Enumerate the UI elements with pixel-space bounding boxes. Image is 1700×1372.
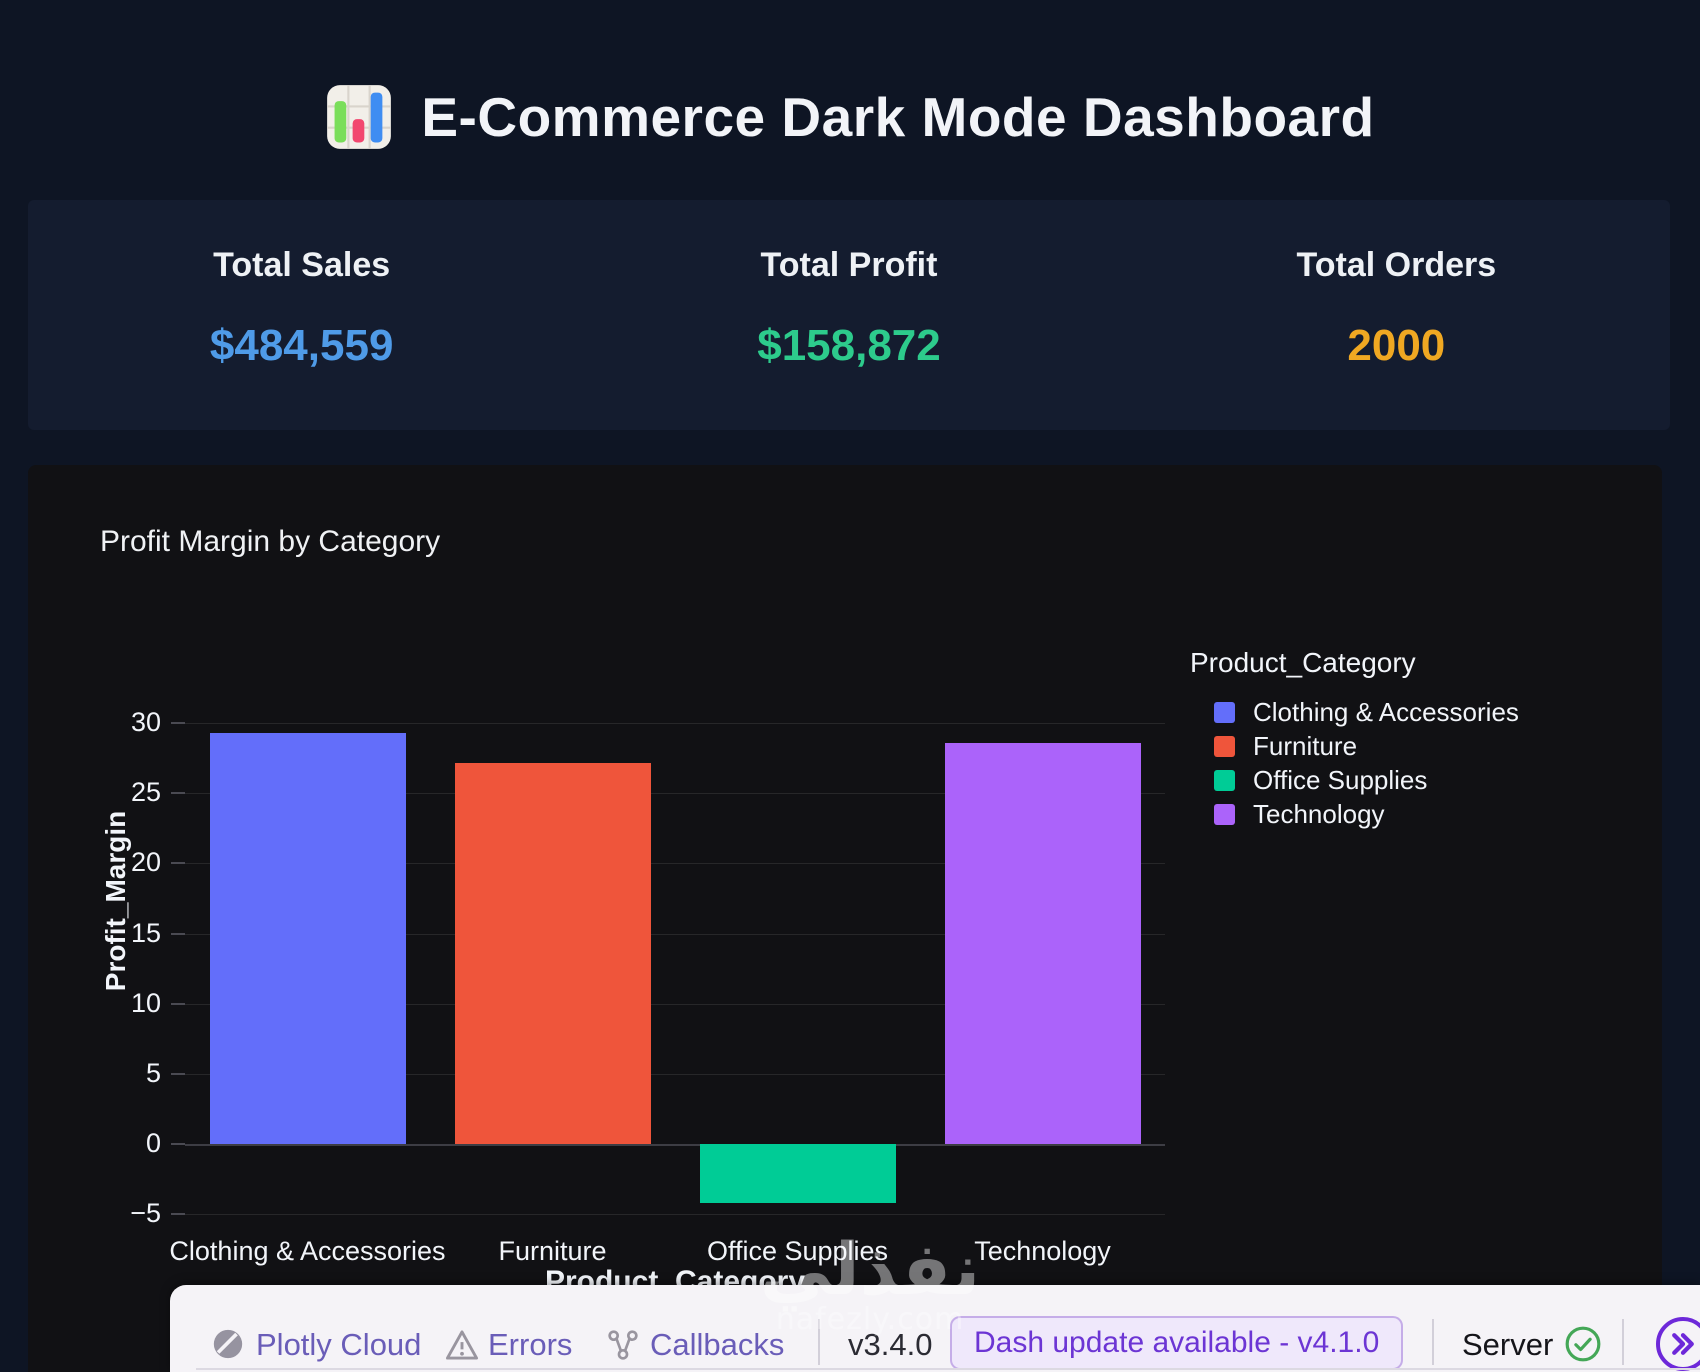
x-tick-label: Office Supplies: [706, 1236, 889, 1266]
x-tick-label: Clothing & Accessories: [169, 1236, 446, 1266]
gridline: [185, 1213, 1165, 1215]
toolbar-bottom-divider: [196, 1368, 1700, 1370]
legend-title: Product_Category: [1190, 647, 1416, 678]
y-tick-mark: [171, 1212, 185, 1215]
plotly-logo-icon: [213, 1329, 243, 1359]
x-tick-label: Furniture: [498, 1236, 607, 1266]
legend-item[interactable]: Technology: [1190, 797, 1650, 831]
y-tick-mark: [171, 932, 185, 935]
toolbar-divider: [1432, 1319, 1434, 1365]
errors-button[interactable]: Errors: [488, 1327, 572, 1363]
y-tick-label: 15: [130, 917, 161, 948]
kpi-value: 2000: [1347, 321, 1446, 370]
y-tick-label: −5: [130, 1197, 161, 1228]
bar-furniture[interactable]: [454, 762, 651, 1144]
bar-chart-emoji-icon: [327, 85, 392, 149]
bar-technology[interactable]: [944, 742, 1141, 1144]
kpi-label: Total Profit: [760, 246, 938, 284]
kpi-value: $484,559: [209, 321, 394, 370]
gridline: [185, 723, 1165, 725]
y-tick-label: 0: [145, 1127, 161, 1158]
y-tick-mark: [171, 1072, 185, 1075]
legend-swatch: [1214, 735, 1235, 757]
y-tick-mark: [171, 862, 185, 865]
kpi-total-sales: Total Sales $484,559: [28, 200, 575, 430]
kpi-label: Total Sales: [213, 246, 391, 284]
toolbar-divider: [1622, 1319, 1624, 1365]
y-tick-label: 25: [130, 777, 161, 808]
kpi-value: $158,872: [757, 321, 941, 370]
legend-label: Furniture: [1253, 730, 1358, 761]
bar-clothing-accessories[interactable]: [209, 733, 406, 1144]
double-chevron-right-icon: [1672, 1333, 1694, 1355]
callback-graph-icon: [608, 1330, 638, 1360]
y-tick-mark: [171, 1002, 185, 1005]
page-title: E-Commerce Dark Mode Dashboard: [421, 86, 1375, 148]
check-circle-icon: [1565, 1326, 1601, 1362]
x-tick-label: Technology: [974, 1236, 1111, 1266]
legend-item[interactable]: Office Supplies: [1190, 763, 1650, 797]
kpi-label: Total Orders: [1296, 246, 1497, 284]
y-tick-label: 5: [145, 1057, 161, 1088]
legend: Product_Category Clothing & Accessories F…: [1190, 647, 1650, 831]
dash-version: v3.4.0: [848, 1327, 933, 1362]
legend-items: Clothing & Accessories Furniture Office Su…: [1190, 695, 1650, 831]
dash-devtools-toolbar: Plotly Cloud Errors Callbacks v3.4.0 Das…: [170, 1285, 1700, 1372]
legend-swatch: [1214, 769, 1235, 791]
legend-item[interactable]: Clothing & Accessories: [1190, 695, 1650, 729]
chart-title: Profit Margin by Category: [100, 525, 441, 558]
legend-label: Office Supplies: [1253, 764, 1428, 795]
kpi-panel: Total Sales $484,559 Total Profit $158,8…: [28, 200, 1670, 430]
y-tick-mark: [171, 1142, 185, 1145]
kpi-total-orders: Total Orders 2000: [1123, 200, 1670, 430]
dashboard-page: E-Commerce Dark Mode Dashboard Total Sal…: [0, 0, 1700, 1372]
zero-line: [185, 1143, 1165, 1146]
legend-label: Technology: [1253, 798, 1385, 829]
plotly-cloud-button[interactable]: Plotly Cloud: [256, 1327, 421, 1363]
legend-swatch: [1214, 701, 1235, 723]
page-header: E-Commerce Dark Mode Dashboard: [0, 62, 1700, 172]
warning-icon: [446, 1330, 478, 1360]
toolbar-divider: [818, 1319, 820, 1365]
kpi-total-profit: Total Profit $158,872: [575, 200, 1122, 430]
plot-area[interactable]: 30 25 20 15 10 5 0 −5 Clothing & Accessories Furn…: [130, 628, 1165, 1266]
y-tick-mark: [171, 792, 185, 795]
server-status-label: Server: [1462, 1327, 1554, 1362]
bar-office-supplies[interactable]: [699, 1143, 896, 1203]
callbacks-button[interactable]: Callbacks: [650, 1327, 784, 1363]
dash-update-pill[interactable]: Dash update available - v4.1.0: [950, 1316, 1404, 1370]
y-tick-mark: [171, 722, 185, 725]
y-tick-label: 10: [130, 987, 161, 1018]
legend-label: Clothing & Accessories: [1253, 696, 1519, 727]
y-tick-label: 20: [130, 847, 161, 878]
legend-item[interactable]: Furniture: [1190, 729, 1650, 763]
profit-margin-chart-card: Profit Margin by Category Profit_Margin …: [28, 465, 1662, 1372]
collapse-toolbar-button[interactable]: [1656, 1317, 1700, 1371]
y-tick-label: 30: [130, 707, 161, 738]
legend-swatch: [1214, 803, 1235, 825]
